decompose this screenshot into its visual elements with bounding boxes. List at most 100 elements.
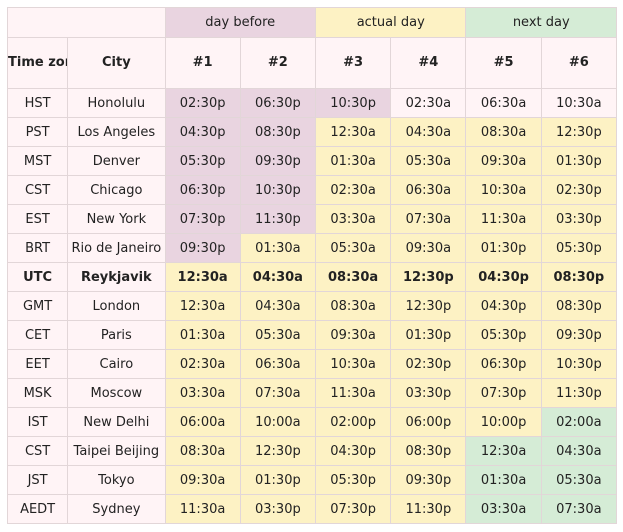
- time-zone-cell: UTC: [6, 262, 69, 292]
- time-cell: 09:30a: [465, 146, 542, 176]
- time-cell: 04:30p: [164, 117, 241, 147]
- time-cell: 04:30p: [465, 291, 542, 321]
- city-cell: Tokyo: [67, 465, 166, 495]
- time-cell: 02:30p: [390, 349, 467, 379]
- table-row: CST Taipei Beijing 08:30a 12:30p 04:30p 08:30…: [6, 436, 618, 466]
- city-cell: New York: [67, 204, 166, 234]
- time-cell: 11:30p: [239, 204, 316, 234]
- time-cell: 08:30p: [390, 436, 467, 466]
- time-zone-cell: IST: [6, 407, 69, 437]
- time-cell: 09:30p: [540, 320, 618, 350]
- time-cell: 11:30p: [540, 378, 618, 408]
- time-cell: 02:00a: [540, 407, 618, 437]
- time-cell: 04:30a: [239, 291, 316, 321]
- time-cell: 01:30a: [465, 465, 542, 495]
- column-header-city: City: [67, 37, 166, 89]
- time-cell: 11:30a: [164, 494, 241, 524]
- time-cell: 07:30a: [239, 378, 316, 408]
- time-zone-cell: MSK: [6, 378, 69, 408]
- time-zone-cell: AEDT: [6, 494, 69, 524]
- time-cell: 06:30p: [239, 88, 316, 118]
- time-cell: 05:30p: [465, 320, 542, 350]
- time-cell: 08:30a: [164, 436, 241, 466]
- time-cell: 07:30p: [314, 494, 392, 524]
- city-cell: New Delhi: [67, 407, 166, 437]
- time-cell: 10:30p: [540, 349, 618, 379]
- time-cell: 06:30a: [390, 175, 467, 205]
- table-row: JST Tokyo 09:30a 01:30p 05:30p 09:30p 01:30a 05…: [6, 465, 618, 495]
- time-cell: 09:30p: [164, 233, 241, 263]
- time-cell: 12:30p: [390, 291, 467, 321]
- city-cell: Honolulu: [67, 88, 166, 118]
- time-zone-cell: JST: [6, 465, 69, 495]
- table-row: MSK Moscow 03:30a 07:30a 11:30a 03:30p 07:30p 1…: [6, 378, 618, 408]
- time-cell: 07:30a: [540, 494, 618, 524]
- group-header-blank: [7, 7, 166, 38]
- time-cell: 06:30a: [465, 88, 542, 118]
- time-cell: 06:00p: [390, 407, 467, 437]
- time-cell: 05:30a: [239, 320, 316, 350]
- time-cell: 06:30a: [239, 349, 316, 379]
- time-cell: 12:30p: [390, 262, 467, 292]
- table-body: HST Honolulu 02:30p 06:30p 10:30p 02:30a 06:30…: [6, 88, 618, 524]
- column-header-slot: #4: [390, 37, 467, 89]
- time-cell: 01:30p: [239, 465, 316, 495]
- group-header-next-day: next day: [465, 7, 617, 38]
- time-zone-cell: PST: [6, 117, 69, 147]
- time-cell: 09:30a: [164, 465, 241, 495]
- time-cell: 03:30a: [314, 204, 392, 234]
- time-cell: 10:30a: [465, 175, 542, 205]
- time-cell: 05:30a: [390, 146, 467, 176]
- time-cell: 07:30p: [164, 204, 241, 234]
- time-cell: 04:30a: [540, 436, 618, 466]
- time-cell: 02:30a: [314, 175, 392, 205]
- time-cell: 09:30a: [390, 233, 467, 263]
- table-row: IST New Delhi 06:00a 10:00a 02:00p 06:00p 10:0…: [6, 407, 618, 437]
- time-zone-cell: EST: [6, 204, 69, 234]
- time-cell: 04:30p: [314, 436, 392, 466]
- time-cell: 01:30a: [164, 320, 241, 350]
- table-row: UTC Reykjavik 12:30a 04:30a 08:30a 12:30p 04:3…: [6, 262, 618, 292]
- city-cell: Taipei Beijing: [67, 436, 166, 466]
- time-zone-cell: EET: [6, 349, 69, 379]
- time-cell: 02:30p: [164, 88, 241, 118]
- city-cell: Chicago: [67, 175, 166, 205]
- time-zone-cell: MST: [6, 146, 69, 176]
- time-cell: 05:30p: [314, 465, 392, 495]
- city-cell: Moscow: [67, 378, 166, 408]
- table-row: AEDT Sydney 11:30a 03:30p 07:30p 11:30p 03:30a…: [6, 494, 618, 524]
- time-cell: 07:30p: [465, 378, 542, 408]
- time-cell: 06:30p: [164, 175, 241, 205]
- table-row: GMT London 12:30a 04:30a 08:30a 12:30p 04:30p 0…: [6, 291, 618, 321]
- time-cell: 11:30a: [465, 204, 542, 234]
- time-cell: 12:30a: [164, 262, 241, 292]
- time-cell: 08:30a: [465, 117, 542, 147]
- table-row: BRT Rio de Janeiro 09:30p 01:30a 05:30a 09:30…: [6, 233, 618, 263]
- time-cell: 02:30p: [540, 175, 618, 205]
- time-cell: 02:30a: [390, 88, 467, 118]
- time-cell: 05:30a: [540, 465, 618, 495]
- time-cell: 04:30a: [239, 262, 316, 292]
- city-cell: Denver: [67, 146, 166, 176]
- time-zone-cell: HST: [6, 88, 69, 118]
- time-cell: 10:30a: [540, 88, 618, 118]
- city-cell: London: [67, 291, 166, 321]
- column-header-row: Time zone City #1 #2 #3 #4 #5 #6: [6, 37, 618, 89]
- time-cell: 03:30p: [540, 204, 618, 234]
- time-cell: 12:30a: [164, 291, 241, 321]
- time-cell: 09:30p: [390, 465, 467, 495]
- time-cell: 10:00p: [465, 407, 542, 437]
- time-cell: 05:30p: [540, 233, 618, 263]
- time-cell: 06:00a: [164, 407, 241, 437]
- time-cell: 12:30a: [465, 436, 542, 466]
- time-cell: 01:30a: [239, 233, 316, 263]
- table-row: EET Cairo 02:30a 06:30a 10:30a 02:30p 06:30p 10…: [6, 349, 618, 379]
- time-cell: 11:30p: [390, 494, 467, 524]
- time-cell: 12:30p: [540, 117, 618, 147]
- time-cell: 07:30a: [390, 204, 467, 234]
- time-cell: 03:30p: [239, 494, 316, 524]
- time-cell: 08:30p: [540, 291, 618, 321]
- group-header-actual-day: actual day: [314, 7, 467, 38]
- city-cell: Reykjavik: [67, 262, 166, 292]
- time-cell: 08:30a: [314, 262, 392, 292]
